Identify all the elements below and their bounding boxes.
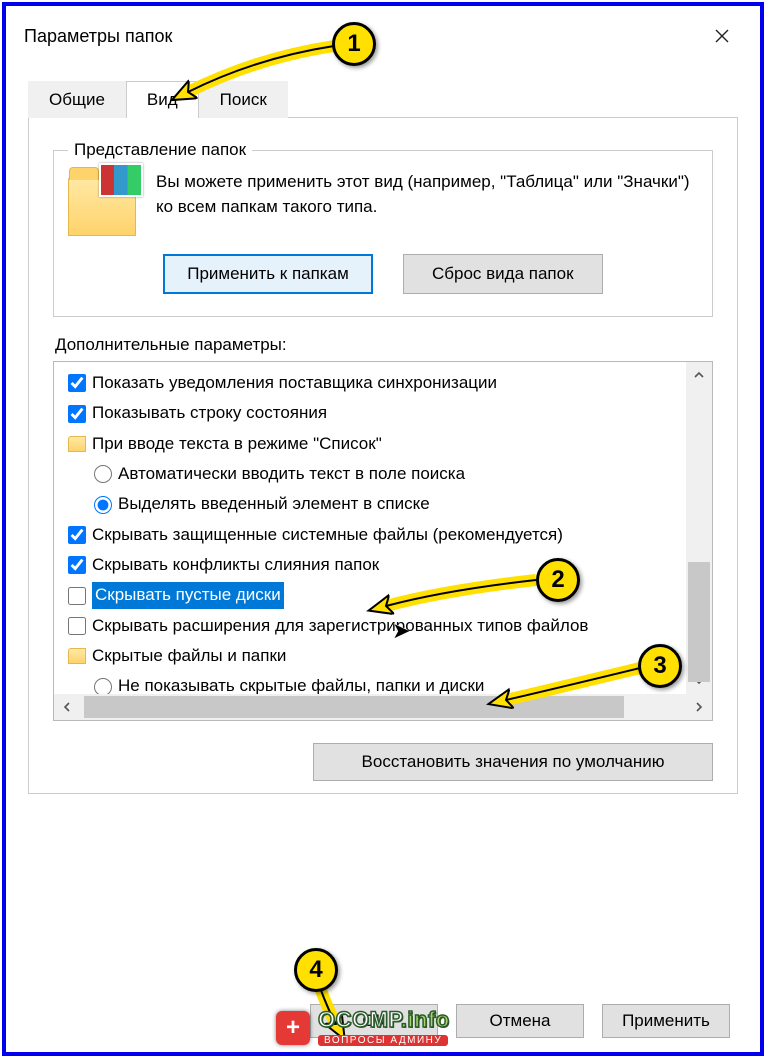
opt-dont-show-hidden[interactable]: Не показывать скрытые файлы, папки и дис… xyxy=(54,671,686,694)
folder-icon xyxy=(68,176,136,236)
opt-hide-empty-drives[interactable]: Скрывать пустые диски xyxy=(54,580,686,610)
tab-content-view: Представление папок Вы можете применить … xyxy=(28,118,738,794)
scroll-right-button[interactable] xyxy=(686,694,712,720)
advanced-label: Дополнительные параметры: xyxy=(55,335,711,355)
close-icon xyxy=(715,29,729,43)
folder-small-icon xyxy=(68,648,86,664)
annotation-badge-1: 1 xyxy=(332,22,376,66)
vertical-scroll-thumb[interactable] xyxy=(688,562,710,682)
restore-defaults-button[interactable]: Восстановить значения по умолчанию xyxy=(313,743,713,781)
opt-sync-notifications[interactable]: Показать уведомления поставщика синхрони… xyxy=(54,368,686,398)
opt-select-typed-item[interactable]: Выделять введенный элемент в списке xyxy=(54,489,686,519)
chevron-left-icon xyxy=(62,702,72,712)
chevron-up-icon xyxy=(694,370,704,380)
scroll-up-button[interactable] xyxy=(686,362,712,388)
opt-hide-merge-conflicts[interactable]: Скрывать конфликты слияния папок xyxy=(54,550,686,580)
mouse-cursor-icon: ➤ xyxy=(392,618,410,644)
folderview-group: Представление папок Вы можете применить … xyxy=(53,140,713,317)
chevron-right-icon xyxy=(694,702,704,712)
apply-button[interactable]: Применить xyxy=(602,1004,730,1038)
folder-small-icon xyxy=(68,436,86,452)
window-frame: Параметры папок Общие Вид Поиск Представ… xyxy=(2,2,764,1056)
opt-hide-extensions[interactable]: Скрывать расширения для зарегистрированн… xyxy=(54,611,686,641)
apply-to-folders-button[interactable]: Применить к папкам xyxy=(163,254,373,294)
opt-hidden-files-group: Скрытые файлы и папки xyxy=(54,641,686,671)
annotation-badge-4: 4 xyxy=(294,948,338,992)
opt-status-bar[interactable]: Показывать строку состояния xyxy=(54,398,686,428)
vertical-scrollbar[interactable] xyxy=(686,362,712,694)
scroll-left-button[interactable] xyxy=(54,694,80,720)
horizontal-scrollbar[interactable] xyxy=(54,694,712,720)
watermark: + OCOMP.info ВОПРОСЫ АДМИНУ xyxy=(276,1010,450,1046)
tab-view[interactable]: Вид xyxy=(126,81,199,118)
opt-list-typing-group: При вводе текста в режиме "Список" xyxy=(54,429,686,459)
close-button[interactable] xyxy=(702,18,742,54)
tab-general[interactable]: Общие xyxy=(28,81,126,118)
folderview-legend: Представление папок xyxy=(68,140,252,160)
horizontal-scroll-thumb[interactable] xyxy=(84,696,624,718)
titlebar: Параметры папок xyxy=(6,6,760,56)
annotation-badge-2: 2 xyxy=(536,558,580,602)
folderview-text: Вы можете применить этот вид (например, … xyxy=(156,170,698,219)
cancel-button[interactable]: Отмена xyxy=(456,1004,584,1038)
watermark-plus-icon: + xyxy=(276,1011,310,1045)
opt-hide-protected-os-files[interactable]: Скрывать защищенные системные файлы (рек… xyxy=(54,520,686,550)
advanced-settings-tree[interactable]: Показать уведомления поставщика синхрони… xyxy=(53,361,713,721)
opt-auto-type-search[interactable]: Автоматически вводить текст в поле поиск… xyxy=(54,459,686,489)
reset-folders-button[interactable]: Сброс вида папок xyxy=(403,254,603,294)
tab-bar: Общие Вид Поиск xyxy=(28,78,738,118)
annotation-badge-3: 3 xyxy=(638,644,682,688)
tab-search[interactable]: Поиск xyxy=(199,81,288,118)
window-title: Параметры папок xyxy=(24,26,172,47)
